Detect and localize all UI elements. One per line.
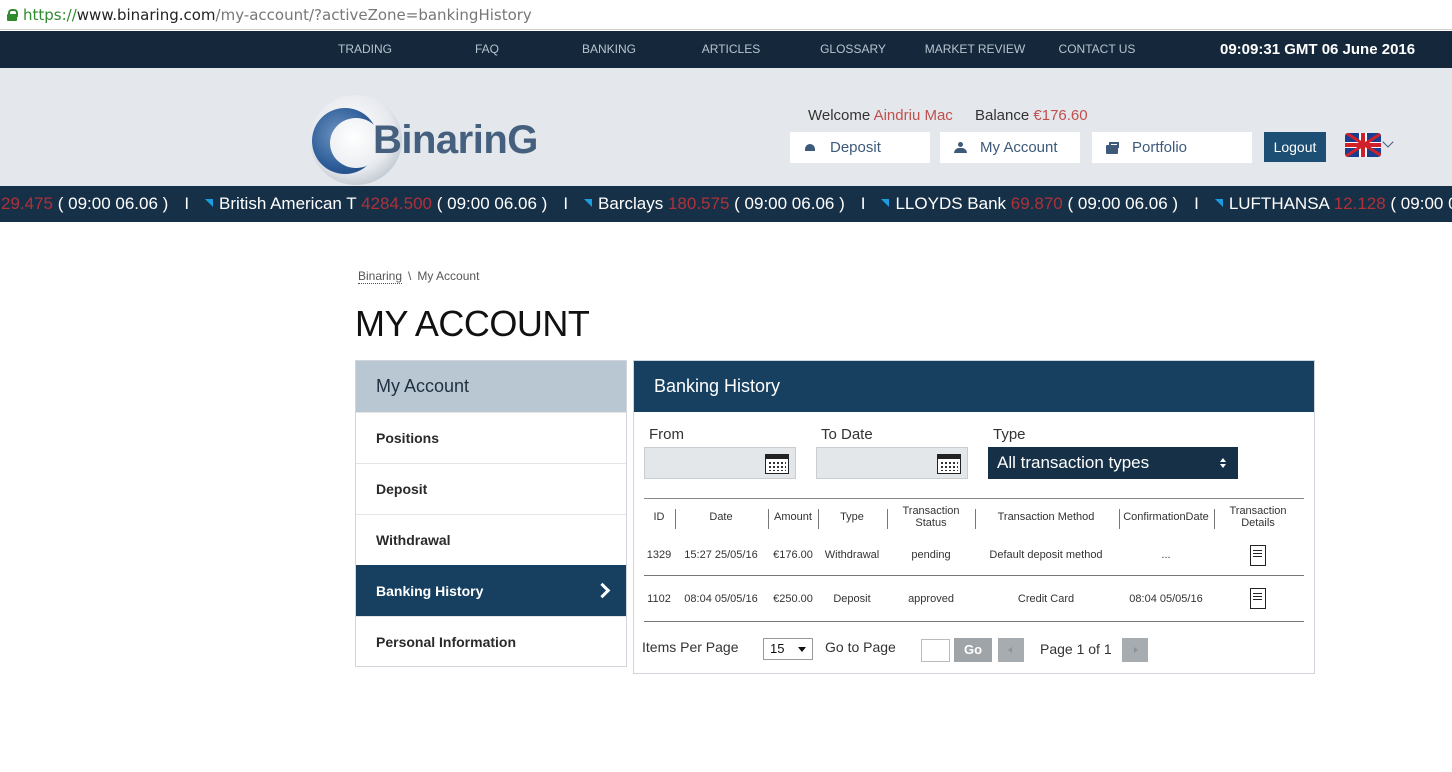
col-date[interactable]: Date: [676, 499, 766, 535]
chevron-down-icon: [798, 647, 806, 652]
to-date-input[interactable]: [816, 447, 968, 479]
portfolio-button[interactable]: Portfolio: [1092, 132, 1252, 163]
ticker-item[interactable]: LUFTHANSA 12.128 ( 09:00 06.06 ): [1214, 186, 1452, 222]
nav-contact-us[interactable]: CONTACT US: [1042, 31, 1152, 68]
nav-articles[interactable]: ARTICLES: [676, 31, 786, 68]
col-status[interactable]: Transaction Status: [888, 499, 974, 535]
sidebar-title: My Account: [356, 361, 626, 412]
page-info: Page 1 of 1: [1040, 641, 1112, 657]
sort-up-icon: [1220, 458, 1226, 462]
deposit-button[interactable]: Deposit: [790, 132, 930, 163]
logo-text: BinarinG: [373, 118, 538, 162]
calendar-icon[interactable]: [937, 454, 961, 474]
col-id[interactable]: ID: [644, 499, 674, 535]
balance-value: €176.60: [1033, 107, 1088, 124]
next-page-button[interactable]: [1122, 638, 1148, 662]
address-bar[interactable]: https://www.binaring.com/my-account/?act…: [0, 0, 1452, 30]
breadcrumb-root-link[interactable]: Binaring: [358, 269, 403, 284]
from-date-input[interactable]: [644, 447, 796, 479]
go-to-page-label: Go to Page: [825, 639, 896, 655]
breadcrumb: Binaring \ My Account: [358, 269, 480, 284]
go-to-page-input[interactable]: [921, 639, 950, 662]
url-protocol: https://: [23, 5, 77, 24]
type-label: Type: [993, 426, 1026, 443]
nav-market-review[interactable]: MARKET REVIEW: [920, 31, 1030, 68]
user-name: Aindriu Mac: [873, 107, 953, 124]
user-icon: [954, 141, 968, 154]
server-clock: 09:09:31 GMT 06 June 2016: [1220, 41, 1416, 58]
ticker-item[interactable]: Barclays 180.575 ( 09:00 06.06 ): [584, 186, 845, 222]
balance-text: Balance €176.60: [975, 107, 1088, 124]
breadcrumb-current: My Account: [417, 269, 480, 283]
arrow-icon: [881, 199, 890, 207]
sidebar-item-deposit[interactable]: Deposit: [356, 463, 626, 514]
arrow-icon: [1214, 199, 1223, 207]
nav-glossary[interactable]: GLOSSARY: [798, 31, 908, 68]
ticker-item[interactable]: British American T 4284.500 ( 09:00 06.0…: [205, 186, 547, 222]
sort-down-icon: [1220, 464, 1226, 468]
calendar-icon[interactable]: [765, 454, 789, 474]
briefcase-icon: [1106, 141, 1120, 154]
panel-title: Banking History: [634, 361, 1314, 412]
sidebar-item-positions[interactable]: Positions: [356, 412, 626, 463]
from-label: From: [649, 426, 684, 443]
nav-faq[interactable]: FAQ: [432, 31, 542, 68]
chevron-down-icon[interactable]: [1382, 136, 1394, 148]
my-account-button[interactable]: My Account: [940, 132, 1080, 163]
ticker-item[interactable]: LLOYDS Bank 69.870 ( 09:00 06.06 ): [881, 186, 1178, 222]
uk-flag-icon[interactable]: [1345, 133, 1381, 157]
banking-history-panel: Banking History From To Date Type All tr…: [633, 360, 1315, 674]
nav-trading[interactable]: TRADING: [310, 31, 420, 68]
url-host: www.binaring.com: [76, 5, 216, 24]
sidebar-item-banking-history[interactable]: Banking History: [356, 565, 626, 616]
table-row: 1329 15:27 25/05/16 €176.00 Withdrawal p…: [644, 535, 1304, 575]
prev-page-button[interactable]: [998, 638, 1024, 662]
document-icon[interactable]: [1250, 544, 1266, 566]
go-button[interactable]: Go: [954, 638, 992, 662]
chevron-right-icon: [594, 582, 611, 599]
page-title: MY ACCOUNT: [355, 303, 590, 344]
top-nav: TRADING FAQ BANKING ARTICLES GLOSSARY MA…: [0, 31, 1452, 68]
col-type[interactable]: Type: [818, 499, 886, 535]
col-amount[interactable]: Amount: [768, 499, 818, 535]
sidebar-item-withdrawal[interactable]: Withdrawal: [356, 514, 626, 565]
col-details[interactable]: Transaction Details: [1216, 499, 1300, 535]
transactions-table: ID Date Amount Type Transaction Status T…: [644, 498, 1304, 622]
account-sidebar: My Account Positions Deposit Withdrawal …: [355, 360, 627, 667]
site-header: BinarinG Welcome Aindriu Mac Balance €17…: [0, 68, 1452, 186]
deposit-icon: [804, 142, 818, 154]
items-per-page-label: Items Per Page: [642, 639, 739, 655]
price-ticker: 29.475 ( 09:00 06.06 ) I British American …: [0, 186, 1452, 222]
to-date-label: To Date: [821, 426, 873, 443]
col-method[interactable]: Transaction Method: [976, 499, 1116, 535]
url-path: /my-account/?activeZone=bankingHistory: [215, 5, 532, 24]
document-icon[interactable]: [1250, 588, 1266, 609]
arrow-icon: [584, 199, 593, 207]
welcome-text: Welcome Aindriu Mac: [808, 107, 953, 124]
logout-button[interactable]: Logout: [1264, 132, 1326, 162]
items-per-page-select[interactable]: 15: [763, 638, 813, 660]
table-header-row: ID Date Amount Type Transaction Status T…: [644, 499, 1304, 535]
lock-icon: [7, 8, 18, 21]
nav-banking[interactable]: BANKING: [554, 31, 664, 68]
ticker-row: 29.475 ( 09:00 06.06 ) I British American …: [1, 186, 1452, 222]
transaction-type-select[interactable]: All transaction types: [988, 447, 1238, 479]
sidebar-item-personal-information[interactable]: Personal Information: [356, 616, 626, 667]
arrow-icon: [205, 199, 214, 207]
ticker-item[interactable]: 29.475 ( 09:00 06.06 ): [1, 186, 168, 222]
col-confirmation-date[interactable]: ConfirmationDate: [1120, 499, 1212, 535]
table-row: 1102 08:04 05/05/16 €250.00 Deposit appr…: [644, 575, 1304, 622]
